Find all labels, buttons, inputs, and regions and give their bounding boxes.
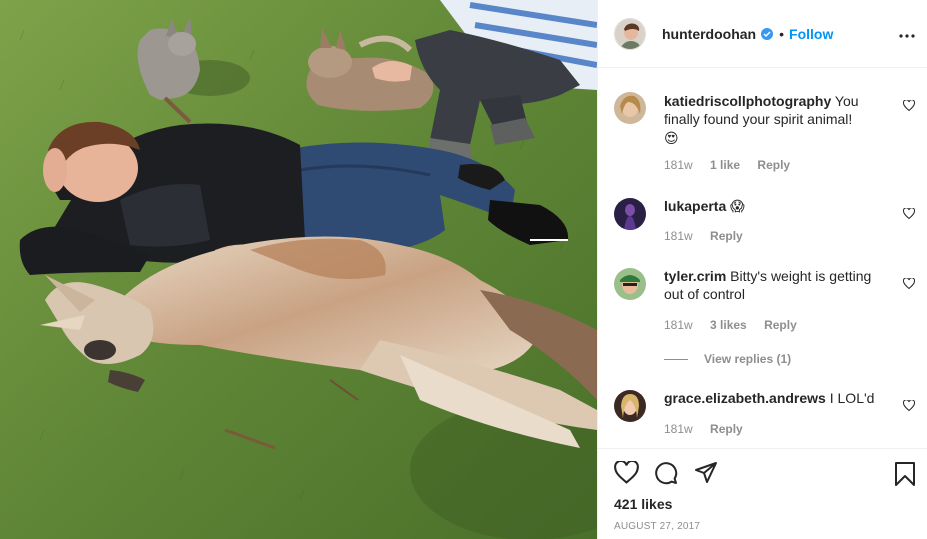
comment-body: lukaperta 😱 181w Reply (664, 197, 879, 245)
reply-button[interactable]: Reply (757, 158, 790, 172)
comment-like-heart-icon[interactable] (902, 276, 916, 294)
likes-count[interactable]: 421 likes (614, 496, 672, 512)
comment-likes[interactable]: 3 likes (710, 318, 747, 332)
comment-emoji: 😍 (664, 130, 679, 146)
reply-button[interactable]: Reply (710, 229, 743, 243)
comment-like-heart-icon[interactable] (902, 206, 916, 224)
verified-badge-icon (761, 27, 774, 40)
comment-username[interactable]: tyler.crim (664, 268, 726, 284)
comment-icon[interactable] (654, 461, 678, 490)
post-photo[interactable] (0, 0, 597, 539)
comment-meta: 181w 1 like Reply (664, 156, 879, 174)
comment-username[interactable]: katiedriscollphotography (664, 93, 831, 109)
post-date: AUGUST 27, 2017 (614, 521, 701, 532)
comment-emoji: 😱 (730, 198, 745, 214)
heart-icon[interactable] (614, 459, 639, 489)
post-footer: 421 likes AUGUST 27, 2017 (598, 448, 927, 532)
comment-text: I LOL'd (829, 390, 875, 406)
replies-divider (664, 358, 688, 360)
more-options-icon[interactable] (899, 26, 915, 44)
view-replies-button[interactable]: View replies (1) (664, 352, 791, 366)
kangaroo-photo-illustration (0, 0, 597, 539)
comment-avatar[interactable] (614, 390, 646, 422)
comment-avatar[interactable] (614, 268, 646, 300)
author-avatar[interactable] (614, 17, 646, 50)
comment-likes[interactable]: 1 like (710, 158, 740, 172)
comment-time[interactable]: 181w (664, 229, 693, 243)
comment-body: grace.elizabeth.andrews I LOL'd 181w Rep… (664, 389, 879, 438)
reply-button[interactable]: Reply (764, 318, 797, 332)
comment-avatar[interactable] (614, 92, 646, 124)
follow-button[interactable]: Follow (789, 26, 833, 42)
view-replies-label[interactable]: View replies (1) (704, 352, 791, 366)
comment-time[interactable]: 181w (664, 318, 693, 332)
author-username[interactable]: hunterdoohan (662, 26, 756, 42)
post-header: hunterdoohan • Follow (598, 0, 927, 68)
comment-username[interactable]: grace.elizabeth.andrews (664, 390, 826, 406)
action-bar (598, 449, 927, 497)
comment-meta: 181w Reply (664, 227, 879, 245)
header-separator: • (779, 25, 785, 42)
comment-time[interactable]: 181w (664, 422, 693, 436)
comments-list[interactable]: katiedriscollphotography You finally fou… (598, 68, 927, 448)
post-panel: hunterdoohan • Follow katiedriscollphoto… (597, 0, 927, 539)
bookmark-icon[interactable] (894, 461, 916, 492)
comment-body: katiedriscollphotography You finally fou… (664, 92, 879, 174)
comment-body: tyler.crim Bitty's weight is getting out… (664, 267, 879, 334)
comment-like-heart-icon[interactable] (902, 98, 916, 116)
comment-username[interactable]: lukaperta (664, 198, 726, 214)
comment-like-heart-icon[interactable] (902, 398, 916, 416)
send-icon[interactable] (694, 461, 718, 490)
comment-meta: 181w Reply (664, 420, 879, 438)
comment-meta: 181w 3 likes Reply (664, 316, 879, 334)
comment-avatar[interactable] (614, 198, 646, 230)
comment-time[interactable]: 181w (664, 158, 693, 172)
reply-button[interactable]: Reply (710, 422, 743, 436)
